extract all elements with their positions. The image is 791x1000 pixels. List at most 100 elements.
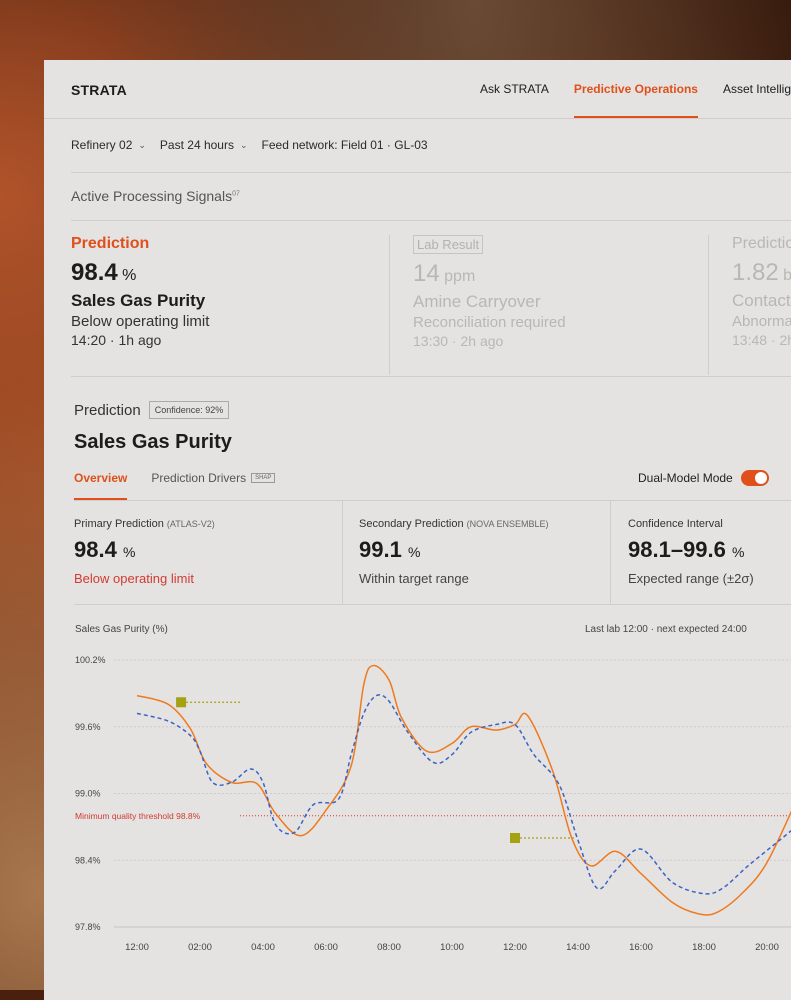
y-tick-label: 100.2% bbox=[75, 655, 106, 665]
tab-overview-label: Overview bbox=[74, 471, 128, 485]
prediction-header: Prediction Confidence: 92% bbox=[74, 401, 230, 419]
x-tick-label: 04:00 bbox=[251, 942, 275, 953]
metric-model: (NOVA ENSEMBLE) bbox=[466, 519, 549, 529]
filter-bar: Refinery 02 ⌄ Past 24 hours ⌄ Feed netwo… bbox=[71, 138, 442, 152]
metric-status: Expected range (±2σ) bbox=[628, 571, 754, 586]
metric-status: Within target range bbox=[359, 571, 469, 586]
prediction-label: Prediction bbox=[74, 401, 141, 419]
x-tick-label: 14:00 bbox=[566, 942, 590, 953]
metric-unit: % bbox=[122, 544, 136, 560]
app-panel: STRATA Ask STRATA Predictive Operations … bbox=[44, 60, 791, 1000]
signals-section-title: Active Processing Signals07 bbox=[71, 188, 240, 204]
metric-model: (ATLAS-V2) bbox=[166, 519, 215, 529]
feed-network-filter[interactable]: Feed network: Field 01 · GL-03 bbox=[262, 138, 428, 152]
x-tick-label: 18:00 bbox=[692, 942, 716, 953]
brand-logo[interactable]: STRATA bbox=[71, 82, 127, 98]
signal-tag: Lab Result bbox=[413, 235, 484, 254]
signal-status: Reconciliation required bbox=[413, 314, 566, 331]
metric-value: 98.4 % bbox=[74, 537, 135, 563]
threshold-label: Minimum quality threshold 98.8% bbox=[75, 811, 201, 821]
metric-label: Confidence Interval bbox=[628, 518, 723, 530]
signal-name: Sales Gas Purity bbox=[71, 291, 206, 310]
primary-series-line bbox=[136, 664, 791, 916]
signal-value-number: 98.4 bbox=[71, 259, 118, 286]
metric-value: 99.1 % bbox=[359, 537, 420, 563]
primary-prediction-card: Primary Prediction (ATLAS-V2) 98.4 % Bel… bbox=[74, 501, 343, 604]
site-filter[interactable]: Refinery 02 ⌄ bbox=[71, 138, 146, 152]
metric-label: Secondary Prediction (NOVA ENSEMBLE) bbox=[359, 518, 548, 530]
metric-unit: % bbox=[407, 544, 421, 560]
metric-value: 98.1–99.6 % bbox=[628, 537, 744, 563]
prediction-tabs: Overview Prediction Drivers SHAP bbox=[74, 471, 276, 500]
signal-unit: ppm bbox=[444, 268, 476, 285]
x-tick-label: 08:00 bbox=[377, 942, 401, 953]
signal-value: 98.4 % bbox=[71, 259, 389, 287]
x-tick-label: 12:00 bbox=[503, 942, 527, 953]
tab-prediction-drivers[interactable]: Prediction Drivers SHAP bbox=[151, 471, 276, 485]
metric-status: Below operating limit bbox=[74, 571, 194, 586]
dual-model-label: Dual-Model Mode bbox=[638, 471, 733, 485]
metrics-row: Primary Prediction (ATLAS-V2) 98.4 % Bel… bbox=[74, 500, 791, 605]
chevron-down-icon: ⌄ bbox=[138, 139, 146, 150]
metric-label: Primary Prediction (ATLAS-V2) bbox=[74, 518, 215, 530]
x-tick-label: 10:00 bbox=[440, 942, 464, 953]
divider bbox=[71, 376, 791, 377]
metric-label-text: Primary Prediction bbox=[74, 518, 164, 530]
shap-badge: SHAP bbox=[251, 473, 276, 483]
y-tick-label: 97.8% bbox=[75, 922, 101, 932]
y-tick-label: 99.6% bbox=[75, 722, 101, 732]
signal-value: 1.82 bar bbox=[732, 259, 791, 287]
site-filter-label: Refinery 02 bbox=[71, 138, 133, 152]
signal-time: 13:30 · 2h ago bbox=[413, 333, 504, 349]
lab-sample-marker bbox=[510, 833, 520, 843]
time-range-filter[interactable]: Past 24 hours ⌄ bbox=[160, 138, 248, 152]
secondary-series-line bbox=[136, 694, 791, 895]
confidence-badge: Confidence: 92% bbox=[148, 401, 230, 419]
dual-model-mode: Dual-Model Mode bbox=[638, 470, 769, 486]
signal-name: Amine Carryover bbox=[413, 292, 541, 311]
signal-unit: % bbox=[122, 267, 137, 284]
metric-value-number: 99.1 bbox=[359, 537, 402, 562]
x-tick-label: 16:00 bbox=[629, 942, 653, 953]
metric-label-text: Secondary Prediction bbox=[359, 518, 464, 530]
signal-unit: bar bbox=[783, 267, 791, 284]
lab-sample-marker bbox=[176, 697, 187, 708]
metric-label-text: Confidence Interval bbox=[628, 518, 723, 530]
signal-value: 14 ppm bbox=[413, 260, 708, 288]
time-range-label: Past 24 hours bbox=[159, 138, 234, 152]
signal-status: Below operating limit bbox=[71, 313, 210, 330]
purity-chart: 100.2% 99.6% 99.0% 98.4% 97.8% Minimum qualit… bbox=[75, 655, 791, 953]
y-tick-label: 99.0% bbox=[75, 789, 101, 799]
signal-tag: Prediction bbox=[71, 235, 150, 252]
nav-predictive-operations[interactable]: Predictive Operations bbox=[573, 82, 699, 118]
feed-network-label: Feed network: Field 01 · GL-03 bbox=[261, 138, 428, 152]
metric-unit: % bbox=[732, 544, 745, 560]
x-tick-label: 12:00 bbox=[125, 942, 149, 953]
tab-overview[interactable]: Overview bbox=[74, 471, 128, 500]
x-tick-label: 02:00 bbox=[188, 942, 212, 953]
toggle-knob bbox=[754, 472, 767, 484]
signal-card[interactable]: Prediction 1.82 bar Contactor dP Abnorma… bbox=[732, 235, 791, 375]
signal-value-number: 14 bbox=[413, 260, 440, 287]
signal-card[interactable]: Prediction 98.4 % Sales Gas Purity Below… bbox=[71, 235, 390, 375]
signals-title-text: Active Processing Signals bbox=[71, 188, 233, 204]
signal-time: 13:48 · 2h ago bbox=[732, 332, 791, 348]
tab-drivers-label: Prediction Drivers bbox=[151, 471, 247, 485]
metric-value-number: 98.4 bbox=[74, 537, 117, 562]
signal-time: 14:20 · 1h ago bbox=[71, 332, 162, 348]
main-nav: Ask STRATA Predictive Operations Asset I… bbox=[480, 82, 791, 118]
prediction-title: Sales Gas Purity bbox=[74, 431, 232, 453]
chart-title: Sales Gas Purity (%) bbox=[75, 624, 168, 635]
signal-card[interactable]: Lab Result 14 ppm Amine Carryover Reconc… bbox=[413, 235, 709, 375]
chart-note: Last lab 12:00 · next expected 24:00 bbox=[585, 624, 747, 635]
confidence-interval-card: Confidence Interval 98.1–99.6 % Expected… bbox=[610, 501, 791, 604]
x-tick-label: 06:00 bbox=[314, 942, 338, 953]
metric-value-number: 98.1–99.6 bbox=[628, 537, 726, 562]
dual-model-toggle[interactable] bbox=[740, 470, 769, 486]
y-tick-label: 98.4% bbox=[75, 855, 101, 865]
divider bbox=[71, 172, 791, 173]
chevron-down-icon: ⌄ bbox=[239, 139, 248, 150]
signal-tag: Prediction bbox=[732, 235, 791, 252]
nav-ask-strata[interactable]: Ask STRATA bbox=[480, 82, 549, 96]
nav-asset-intelligence[interactable]: Asset Intelligence bbox=[723, 82, 791, 96]
